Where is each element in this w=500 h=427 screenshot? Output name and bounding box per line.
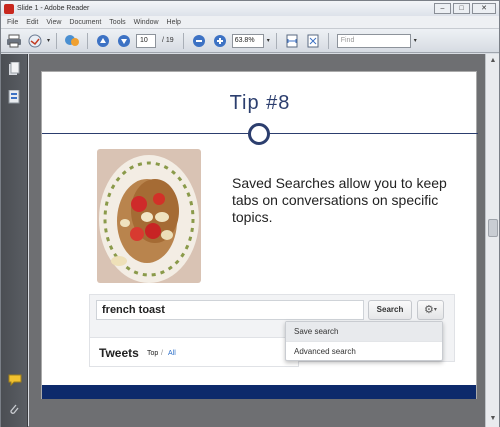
comments-icon[interactable] [8, 374, 22, 388]
divider-circle [248, 123, 270, 145]
menu-view[interactable]: View [46, 19, 61, 26]
vertical-scrollbar[interactable]: ▲ ▼ [485, 54, 499, 427]
tweets-separator: / [161, 350, 163, 357]
title-bar: Slide 1 - Adobe Reader – □ ✕ [1, 1, 499, 16]
menu-bar: File Edit View Document Tools Window Hel… [1, 16, 499, 29]
menu-help[interactable]: Help [167, 19, 181, 26]
menu-edit[interactable]: Edit [26, 19, 38, 26]
zoom-input[interactable]: 63.8% [231, 33, 264, 48]
menu-document[interactable]: Document [69, 19, 101, 26]
adobe-reader-icon [4, 3, 14, 14]
gear-menu-button[interactable]: ⚙▾ [417, 300, 444, 320]
menu-file[interactable]: File [7, 19, 18, 26]
find-dropdown-icon[interactable]: ▾ [414, 37, 417, 44]
find-input[interactable]: Find [336, 33, 411, 48]
email-icon[interactable] [26, 32, 44, 50]
zoom-in-icon[interactable] [211, 32, 229, 50]
scroll-thumb[interactable] [488, 219, 498, 237]
scroll-up-icon[interactable]: ▲ [488, 56, 498, 66]
navigation-panel [1, 54, 28, 427]
menu-window[interactable]: Window [134, 19, 159, 26]
tweets-header: Tweets Top / All [89, 337, 299, 367]
advanced-search-item[interactable]: Advanced search [286, 341, 442, 360]
adobe-reader-window: Slide 1 - Adobe Reader – □ ✕ File Edit V… [0, 0, 500, 427]
save-search-item[interactable]: Save search [286, 322, 442, 341]
maximize-button[interactable]: □ [453, 3, 470, 14]
fit-width-icon[interactable] [283, 32, 301, 50]
slide-footer-band [42, 385, 476, 399]
tweets-top-link[interactable]: Top [147, 350, 158, 357]
tweets-title: Tweets [99, 346, 139, 360]
slide-page: Tip #8 Saved Searches allow you to keep … [41, 71, 478, 399]
chevron-down-icon: ▾ [433, 307, 437, 313]
page-number-input[interactable]: 10 [136, 33, 157, 48]
slide-title: Tip #8 [229, 92, 291, 114]
gear-icon: ⚙ [424, 304, 434, 316]
fit-page-icon[interactable] [304, 32, 322, 50]
twitter-search-button[interactable]: Search [368, 300, 412, 320]
email-dropdown-icon[interactable]: ▾ [47, 37, 50, 44]
gear-dropdown-menu: Save search Advanced search [285, 321, 443, 361]
zoom-out-icon[interactable] [190, 32, 208, 50]
next-page-icon[interactable] [115, 32, 133, 50]
collaborate-icon[interactable] [63, 32, 81, 50]
bookmarks-icon[interactable] [8, 89, 20, 104]
menu-tools[interactable]: Tools [109, 19, 125, 26]
close-button[interactable]: ✕ [472, 3, 496, 14]
tweets-all-link[interactable]: All [168, 350, 176, 357]
minimize-button[interactable]: – [434, 3, 451, 14]
previous-page-icon[interactable] [94, 32, 112, 50]
print-icon[interactable] [5, 32, 23, 50]
slide-body-text: Saved Searches allow you to keep tabs on… [232, 175, 447, 225]
toolbar: ▾ 10 / 19 63.8% ▾ Find ▾ [1, 29, 499, 53]
french-toast-photo [97, 149, 201, 283]
scroll-down-icon[interactable]: ▼ [488, 414, 498, 424]
twitter-search-input[interactable]: french toast [96, 300, 364, 320]
attachments-icon[interactable] [8, 402, 20, 416]
zoom-dropdown-icon[interactable]: ▾ [267, 37, 270, 44]
window-title: Slide 1 - Adobe Reader [17, 5, 90, 12]
page-total: / 19 [162, 37, 174, 44]
pages-icon[interactable] [8, 61, 20, 76]
